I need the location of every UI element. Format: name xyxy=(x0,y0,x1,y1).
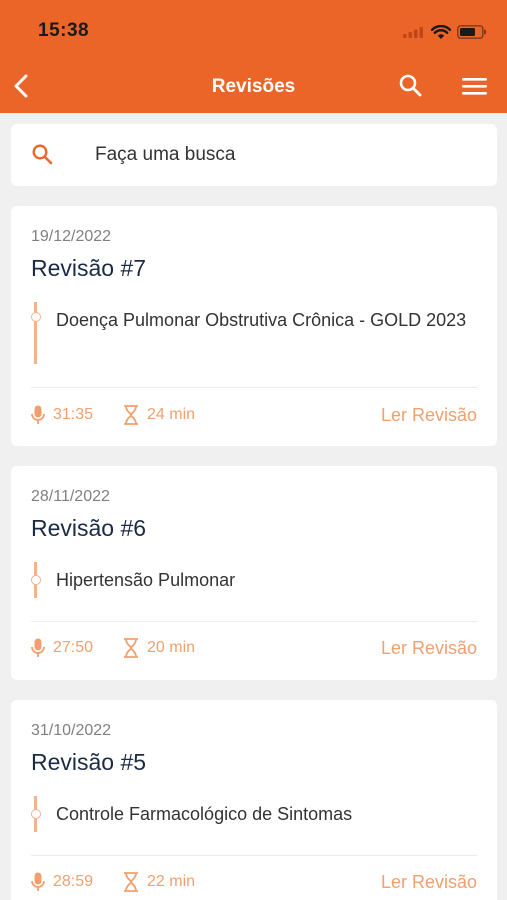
cellular-signal-icon xyxy=(403,27,423,38)
search-placeholder: Faça uma busca xyxy=(95,144,236,165)
search-icon[interactable] xyxy=(398,73,422,97)
reading-time-text: 24 min xyxy=(147,406,196,423)
read-review-link[interactable]: Ler Revisão xyxy=(381,405,477,426)
status-icons xyxy=(403,22,487,42)
divider xyxy=(31,621,477,622)
audio-duration-text: 27:50 xyxy=(53,639,94,656)
review-date: 31/10/2022 xyxy=(31,722,112,739)
audio-duration: 27:50 xyxy=(31,638,93,658)
timeline-dot-icon xyxy=(31,575,41,585)
divider xyxy=(31,387,477,388)
review-title: Revisão #5 xyxy=(31,749,147,775)
review-title: Revisão #7 xyxy=(31,255,147,281)
battery-icon xyxy=(457,25,486,39)
app-header: 15:38 Revisões xyxy=(0,0,507,113)
audio-duration: 31:35 xyxy=(31,405,93,425)
hourglass-icon xyxy=(124,872,138,892)
review-topic: Controle Farmacológico de Sintomas xyxy=(56,804,353,824)
audio-duration: 28:59 xyxy=(31,872,93,892)
topic-timeline xyxy=(31,562,41,598)
hourglass-icon xyxy=(124,405,138,425)
review-footer: 28:59 22 min Ler Revisão xyxy=(31,872,477,894)
search-input[interactable]: Faça uma busca xyxy=(11,124,497,186)
read-review-link[interactable]: Ler Revisão xyxy=(381,638,477,659)
reading-time-text: 22 min xyxy=(147,873,196,890)
review-topic: Doença Pulmonar Obstrutiva Crônica - GOL… xyxy=(56,310,467,330)
microphone-icon xyxy=(31,405,45,424)
review-card[interactable]: 19/12/2022 Revisão #7 Doença Pulmonar Ob… xyxy=(11,206,497,446)
reading-time: 22 min xyxy=(123,872,195,892)
topic-timeline xyxy=(31,302,41,364)
timeline-dot-icon xyxy=(31,312,41,322)
hamburger-menu-icon[interactable] xyxy=(462,76,487,96)
review-date: 19/12/2022 xyxy=(31,228,112,245)
wifi-icon xyxy=(431,24,451,39)
hourglass-icon xyxy=(124,638,138,658)
review-card[interactable]: 28/11/2022 Revisão #6 Hipertensão Pulmon… xyxy=(11,466,497,680)
microphone-icon xyxy=(31,638,45,657)
review-card[interactable]: 31/10/2022 Revisão #5 Controle Farmacoló… xyxy=(11,700,497,900)
review-topic: Hipertensão Pulmonar xyxy=(56,570,236,590)
audio-duration-text: 31:35 xyxy=(53,406,94,423)
reading-time-text: 20 min xyxy=(147,639,196,656)
timeline-dot-icon xyxy=(31,809,41,819)
review-title: Revisão #6 xyxy=(31,515,147,541)
topic-timeline xyxy=(31,796,41,832)
read-review-link[interactable]: Ler Revisão xyxy=(381,872,477,893)
divider xyxy=(31,855,477,856)
microphone-icon xyxy=(31,872,45,891)
audio-duration-text: 28:59 xyxy=(53,873,94,890)
review-footer: 27:50 20 min Ler Revisão xyxy=(31,638,477,660)
review-date: 28/11/2022 xyxy=(31,488,110,505)
search-icon xyxy=(32,144,53,165)
reading-time: 24 min xyxy=(123,405,195,425)
reading-time: 20 min xyxy=(123,638,195,658)
review-footer: 31:35 24 min Ler Revisão xyxy=(31,405,477,427)
status-time: 15:38 xyxy=(38,20,90,41)
page-title: Revisões xyxy=(211,76,296,97)
